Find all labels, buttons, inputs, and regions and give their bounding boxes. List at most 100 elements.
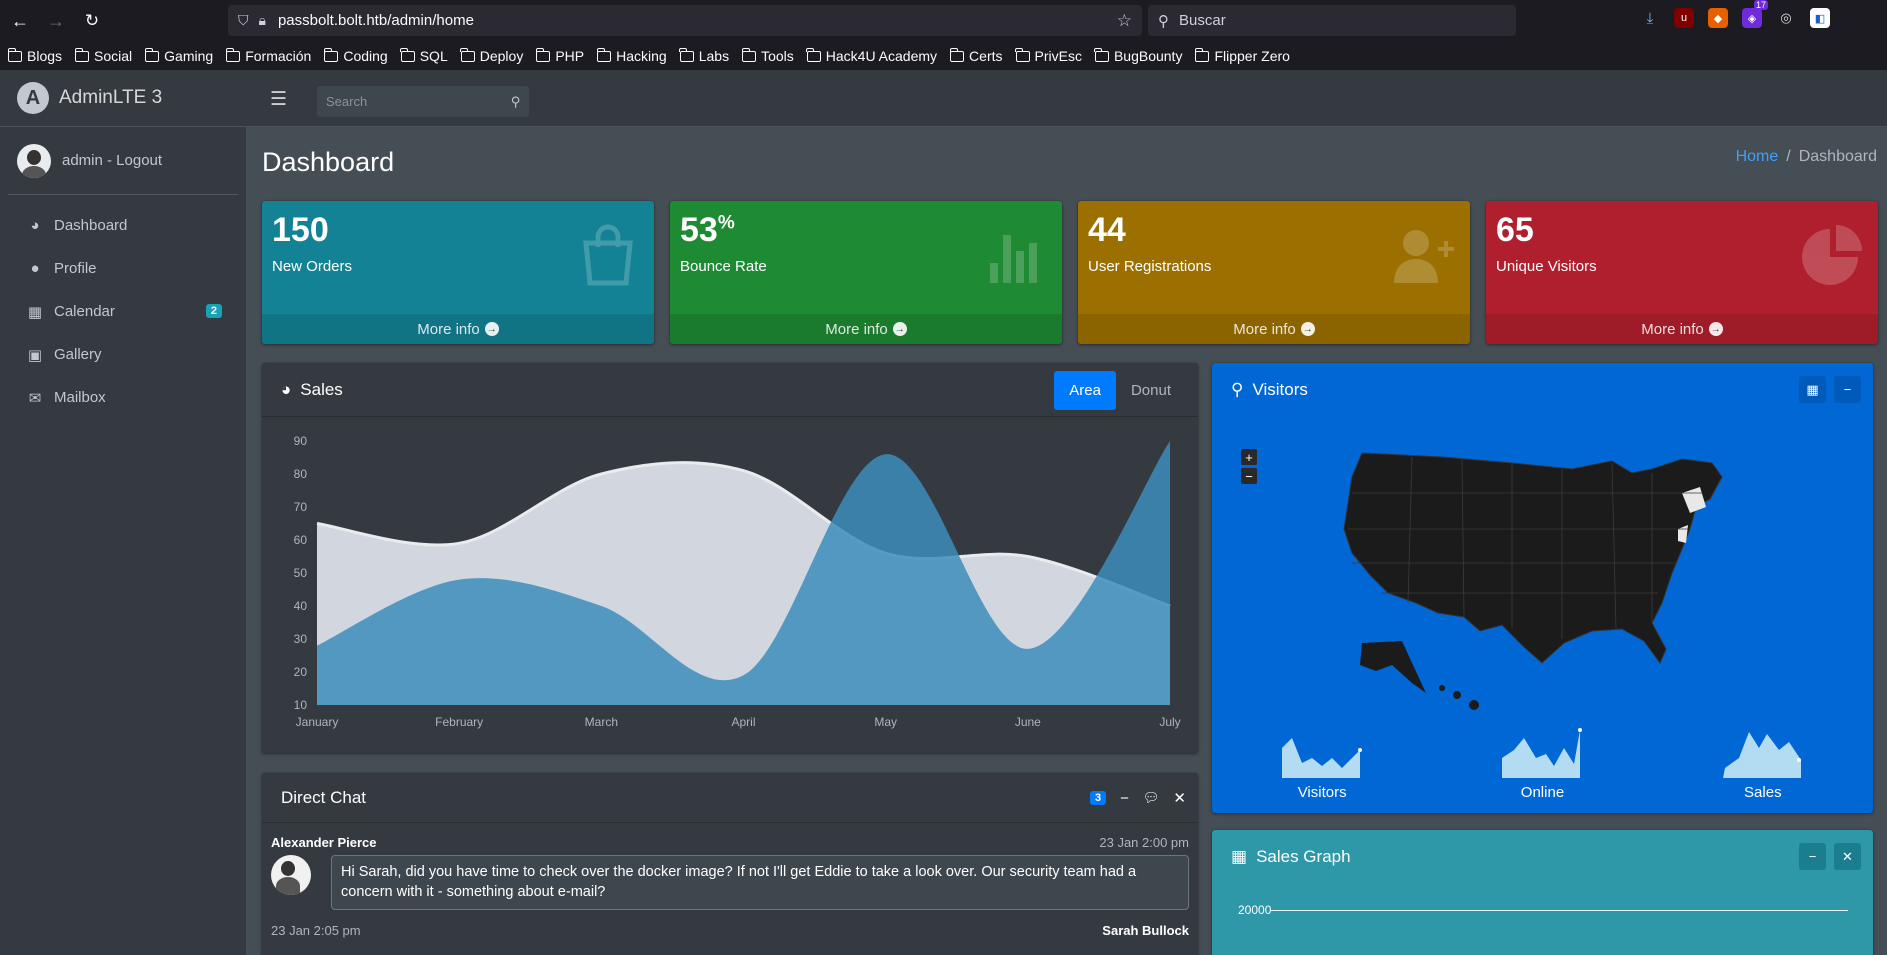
star-icon[interactable]: ☆ <box>1117 11 1132 31</box>
glasses-icon[interactable]: ◎ <box>1776 8 1796 28</box>
bookmark-folder[interactable]: Flipper Zero <box>1194 47 1290 64</box>
sidebar-menu: ◕ Dashboard ● Profile ▦ Calendar 2 ▣ Gal… <box>0 195 246 419</box>
user-panel[interactable]: admin - Logout <box>8 127 238 195</box>
extension-icon[interactable]: ◆ <box>1708 8 1728 28</box>
user-icon: ● <box>30 260 40 277</box>
x-tick-label: May <box>874 715 897 729</box>
folder-icon <box>7 47 22 62</box>
bookmark-folder[interactable]: Social <box>74 47 132 64</box>
menu-toggle-icon[interactable]: ☰ <box>270 88 287 111</box>
chat-msg-name: Alexander Pierce <box>271 835 377 850</box>
more-info-link[interactable]: More info → <box>1078 314 1470 344</box>
bookmark-folder[interactable]: PHP <box>535 47 584 64</box>
folder-icon <box>74 47 90 62</box>
bookmark-folder[interactable]: PrivEsc <box>1015 47 1082 64</box>
sparkline-online: Online <box>1502 728 1583 801</box>
search-input[interactable] <box>317 86 502 117</box>
browser-toolbar: ← → ↻ ⛉ 🔒︎ passbolt.bolt.htb/admin/home ☆… <box>0 0 1887 70</box>
browser-search[interactable]: ⚲ Buscar <box>1148 5 1516 36</box>
navbar-search: ⚲ <box>317 86 529 117</box>
reload-button[interactable]: ↻ <box>74 3 110 39</box>
pie-chart-icon: ◕ <box>281 379 292 399</box>
sidebar-item-mailbox[interactable]: ✉ Mailbox <box>0 376 246 419</box>
top-navbar: ☰ ⚲ <box>246 70 1887 127</box>
calendar-button[interactable]: ▦ <box>1799 376 1826 403</box>
gridline <box>1271 909 1848 911</box>
y-tick-label: 70 <box>294 500 308 514</box>
bookmark-folder[interactable]: Deploy <box>460 47 523 64</box>
ublock-icon[interactable]: u <box>1674 8 1694 28</box>
bookmark-folder[interactable]: Tools <box>741 47 794 64</box>
bookmark-folder[interactable]: Certs <box>949 47 1003 64</box>
collapse-button[interactable]: − <box>1799 843 1826 870</box>
folder-icon <box>806 47 821 62</box>
bookmark-folder[interactable]: Blogs <box>7 47 62 64</box>
url-bar[interactable]: ⛉ 🔒︎ passbolt.bolt.htb/admin/home ☆ <box>228 5 1142 36</box>
sparkline-visitors: Visitors <box>1282 728 1363 801</box>
download-icon[interactable]: ⤓ <box>1640 8 1660 28</box>
shopping-bag-icon <box>583 224 633 286</box>
pie-chart-icon <box>1802 225 1862 285</box>
user-name[interactable]: admin - Logout <box>62 152 162 169</box>
brand-link[interactable]: A AdminLTE 3 <box>0 70 246 127</box>
search-icon: ⚲ <box>1158 12 1169 30</box>
sidebar-item-gallery[interactable]: ▣ Gallery <box>0 333 246 376</box>
extension-badge-icon[interactable]: ◈ 17 <box>1742 0 1768 28</box>
x-tick-label: January <box>296 715 339 729</box>
x-tick-label: April <box>731 715 755 729</box>
close-button[interactable]: ✕ <box>1173 789 1186 807</box>
x-tick-label: February <box>435 715 483 729</box>
forward-button[interactable]: → <box>38 3 74 39</box>
bookmark-folder[interactable]: Coding <box>323 47 388 64</box>
container-icon[interactable]: ◧ <box>1810 8 1830 28</box>
new-messages-badge: 3 <box>1090 791 1107 805</box>
bookmark-folder[interactable]: Gaming <box>144 47 213 64</box>
avatar <box>17 143 51 178</box>
collapse-button[interactable]: − <box>1120 790 1129 807</box>
close-button[interactable]: ✕ <box>1834 843 1861 870</box>
bookmark-folder[interactable]: Hacking <box>596 47 667 64</box>
collapse-button[interactable]: − <box>1834 376 1861 403</box>
back-button[interactable]: ← <box>2 3 38 39</box>
direct-chat-card: Direct Chat 3 − 💬︎ ✕ Alexander Pierce 23… <box>262 773 1198 955</box>
calendar-icon: ▦ <box>27 303 43 321</box>
bookmark-folder[interactable]: Formación <box>225 47 311 64</box>
chat-title: Direct Chat <box>281 787 367 807</box>
search-icon[interactable]: ⚲ <box>502 86 529 117</box>
more-info-link[interactable]: More info → <box>1486 314 1878 344</box>
shield-icon: ⛉ <box>238 12 249 28</box>
th-icon: ▦ <box>1231 847 1248 866</box>
sidebar-item-profile[interactable]: ● Profile <box>0 247 246 290</box>
chat-msg-time: 23 Jan 2:00 pm <box>1099 835 1189 850</box>
folder-icon <box>323 47 339 62</box>
bookmark-folder[interactable]: BugBounty <box>1094 47 1182 64</box>
sidebar-item-calendar[interactable]: ▦ Calendar 2 <box>0 290 246 333</box>
y-tick-label: 50 <box>294 566 308 580</box>
comments-icon[interactable]: 💬︎ <box>1143 790 1160 806</box>
tab-area[interactable]: Area <box>1054 371 1116 410</box>
x-tick-label: June <box>1015 715 1041 729</box>
lock-icon: 🔒︎ <box>258 12 266 28</box>
sidebar-item-dashboard[interactable]: ◕ Dashboard <box>0 204 246 247</box>
sales-graph-card: ▦ Sales Graph − ✕ 20000 <box>1212 830 1873 955</box>
more-info-link[interactable]: More info → <box>262 314 654 344</box>
sales-graph-title: Sales Graph <box>1256 847 1351 866</box>
more-info-link[interactable]: More info → <box>670 314 1062 344</box>
folder-icon <box>949 47 965 62</box>
folder-icon <box>1015 47 1030 62</box>
breadcrumb-home[interactable]: Home <box>1736 148 1779 166</box>
arrow-circle-right-icon: → <box>892 322 907 336</box>
url-text: passbolt.bolt.htb/admin/home <box>277 12 474 29</box>
bookmark-folder[interactable]: SQL <box>400 47 448 64</box>
bookmark-folder[interactable]: Labs <box>679 47 729 64</box>
y-tick-label: 30 <box>294 632 308 646</box>
y-tick-label: 10 <box>294 698 308 712</box>
bookmark-folder[interactable]: Hack4U Academy <box>806 47 937 64</box>
sidebar: A AdminLTE 3 admin - Logout ◕ Dashboard … <box>0 70 246 955</box>
sparkline-row: Visitors Online Sales <box>1212 728 1873 801</box>
tab-donut[interactable]: Donut <box>1116 371 1186 410</box>
image-icon: ▣ <box>27 346 43 364</box>
user-plus-icon <box>1394 230 1454 283</box>
sales-card: ◕ Sales Area Donut 10 20 30 40 50 60 70 80 90 Jan… <box>262 363 1198 753</box>
brand-logo-icon: A <box>17 82 49 114</box>
